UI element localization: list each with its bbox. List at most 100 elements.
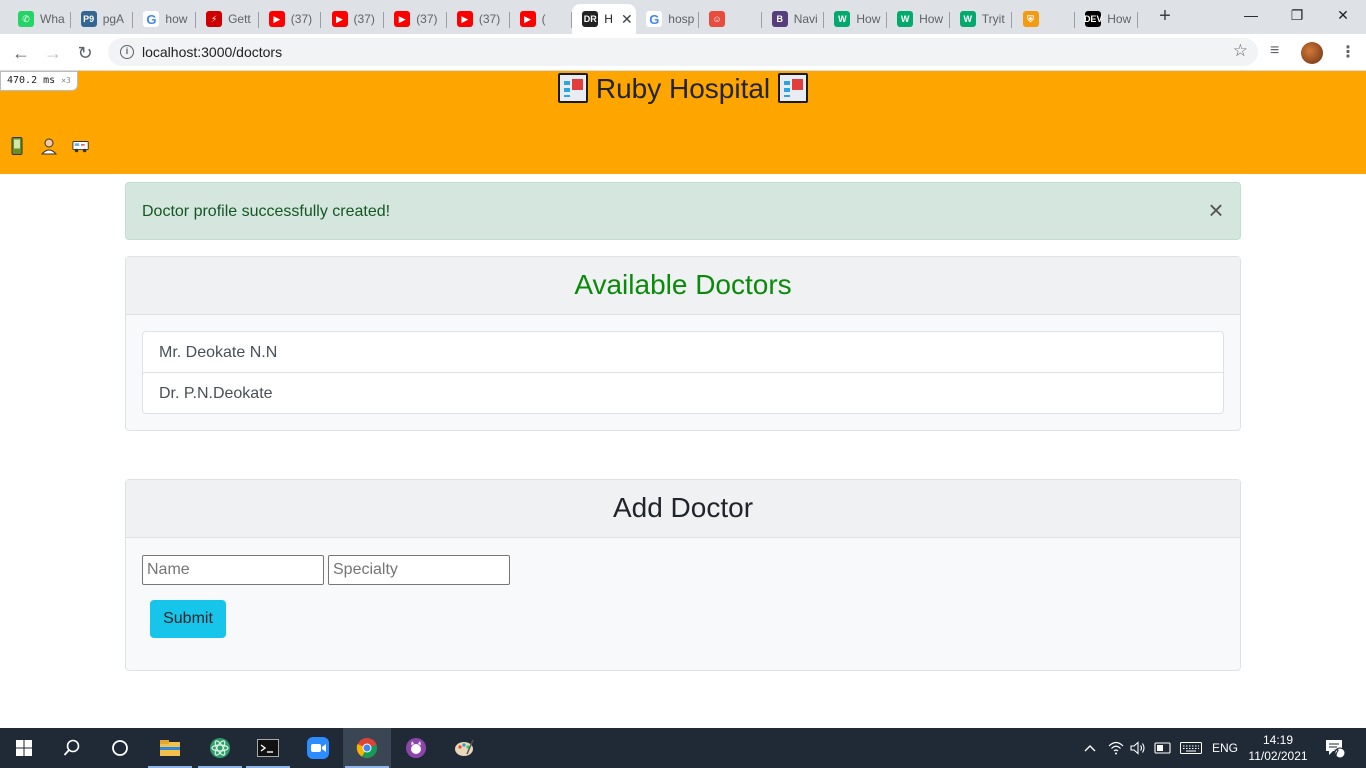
menu-icon[interactable]: ⋮ [1340, 42, 1356, 62]
maximize-button[interactable]: ❐ [1274, 0, 1320, 30]
search-icon[interactable] [48, 728, 96, 768]
tab-w3-13[interactable]: W How [824, 4, 888, 34]
ambulance-icon[interactable] [72, 137, 90, 155]
tab-hospital-tab-16[interactable]: ⛨ [1013, 4, 1076, 34]
close-tab-icon[interactable]: ✕ [621, 11, 633, 28]
submit-button[interactable]: Submit [150, 600, 226, 638]
bookmark-star-icon[interactable]: ☆ [1233, 41, 1248, 61]
cortana-icon[interactable] [96, 728, 144, 768]
tab-google-10[interactable]: Ghosp [636, 4, 699, 34]
w3-icon: W [897, 11, 914, 27]
bootstrap-icon: B [771, 11, 788, 27]
tab-google-2[interactable]: Ghow [133, 4, 197, 34]
language-indicator[interactable]: ENG [1212, 728, 1238, 768]
phone-icon[interactable] [8, 137, 26, 155]
tab-label: How [1107, 12, 1132, 26]
hospital-tab-icon: ⛨ [1022, 11, 1039, 27]
wifi-icon[interactable] [1108, 728, 1124, 768]
action-center-icon[interactable]: 7 [1324, 728, 1346, 768]
youtube-icon: ▶ [331, 11, 348, 27]
file-explorer-icon[interactable] [146, 728, 194, 768]
rails-icon: ⚡ [206, 11, 223, 27]
tab-youtube-8[interactable]: ▶( [510, 4, 573, 34]
tab-label: Gett [228, 12, 251, 26]
google-icon: G [143, 11, 160, 27]
zoom-icon[interactable] [294, 728, 342, 768]
tab-youtube-6[interactable]: ▶ (37) [384, 4, 447, 34]
tab-youtube-4[interactable]: ▶ (37) [259, 4, 322, 34]
tab-label: (37) [290, 12, 313, 26]
tab-label: ( [541, 12, 546, 26]
tab-label: how [165, 12, 188, 26]
volume-icon[interactable] [1130, 728, 1146, 768]
clock-date: 11/02/2021 [1248, 749, 1308, 763]
tab-youtube-5[interactable]: ▶ (37) [322, 4, 385, 34]
youtube-icon: ▶ [268, 11, 285, 27]
address-bar[interactable]: i localhost:3000/doctors ☆ [108, 38, 1258, 66]
list-item[interactable]: Dr. P.N.Deokate [143, 373, 1223, 413]
show-hidden-icons[interactable] [1084, 728, 1096, 768]
youtube-icon: ▶ [456, 11, 473, 27]
name-input[interactable] [142, 555, 324, 585]
devtools-timing-badge: 470.2 ms ×3 [0, 71, 78, 91]
alert-message: Doctor profile successfully created! [142, 203, 391, 220]
tab-whatsapp-0[interactable]: ✆ Wha [8, 4, 71, 34]
tab-extension-11[interactable]: ☺ [699, 4, 762, 34]
tab-label: (37) [416, 12, 438, 26]
new-tab-button[interactable]: + [1154, 6, 1176, 28]
minimize-button[interactable]: — [1228, 0, 1274, 30]
back-icon[interactable]: ← [8, 40, 34, 66]
google-icon: G [646, 11, 663, 27]
hospital-icon [558, 73, 589, 103]
tab-rails-3[interactable]: ⚡ Gett [196, 4, 259, 34]
tab-pgadmin-1[interactable]: P9 pgA [71, 4, 134, 34]
tab-w3-15[interactable]: W Tryit [950, 4, 1013, 34]
site-info-icon[interactable]: i [120, 45, 134, 59]
doctor-icon[interactable] [40, 137, 58, 155]
youtube-icon: ▶ [394, 11, 411, 27]
dev-icon: DEV [1084, 11, 1102, 27]
specialty-input[interactable] [328, 555, 510, 585]
doctors-card-title: Available Doctors [126, 257, 1240, 315]
tab-bootstrap-12[interactable]: B Navi [762, 4, 825, 34]
atom-icon[interactable] [196, 728, 244, 768]
paint-icon[interactable] [440, 728, 488, 768]
add-doctor-title: Add Doctor [126, 480, 1240, 538]
tab-youtube-7[interactable]: ▶ (37) [447, 4, 510, 34]
tab-label: Navi [793, 12, 818, 26]
keyboard-icon[interactable] [1180, 728, 1202, 768]
close-window-button[interactable]: ✕ [1320, 0, 1366, 30]
clock[interactable]: 14:19 11/02/2021 [1247, 732, 1309, 764]
reload-icon[interactable]: ↻ [72, 40, 98, 66]
list-item[interactable]: Mr. Deokate N.N [143, 332, 1223, 373]
url-text[interactable]: localhost:3000/doctors [142, 44, 282, 60]
tab-ruby-hospital-9[interactable]: DR H ✕ [572, 4, 637, 34]
tab-label: How [919, 12, 944, 26]
header-nav [8, 137, 90, 155]
tab-w3-14[interactable]: W How [887, 4, 950, 34]
tab-label: (37) [478, 12, 501, 26]
extension-icon: ☺ [709, 11, 725, 27]
forward-icon[interactable]: → [40, 40, 66, 66]
notification-count: 7 [1334, 748, 1340, 758]
windows-start-icon[interactable] [0, 728, 48, 768]
doctors-card: Available Doctors Mr. Deokate N.N Dr. P.… [125, 256, 1241, 431]
tab-label: How [856, 12, 881, 26]
tab-label: hosp [668, 12, 695, 26]
ruby-hospital-icon: DR [582, 11, 599, 27]
hospital-icon [777, 73, 808, 103]
battery-saver-icon[interactable] [1154, 728, 1172, 768]
profile-avatar[interactable] [1301, 42, 1323, 64]
site-header: Ruby Hospital [0, 71, 1366, 174]
github-desktop-icon[interactable] [392, 728, 440, 768]
close-icon[interactable]: × [1204, 197, 1228, 223]
terminal-icon[interactable] [244, 728, 292, 768]
success-alert: Doctor profile successfully created! × [125, 182, 1241, 240]
timing-unit: ms [43, 75, 56, 86]
pgadmin-icon: P9 [80, 11, 97, 27]
tab-dev-17[interactable]: DEV How [1075, 4, 1138, 34]
tab-label: Tryit [981, 12, 1005, 26]
media-queue-icon[interactable]: ≡ [1270, 42, 1279, 60]
whatsapp-icon: ✆ [18, 11, 34, 27]
chrome-icon[interactable] [343, 728, 391, 768]
